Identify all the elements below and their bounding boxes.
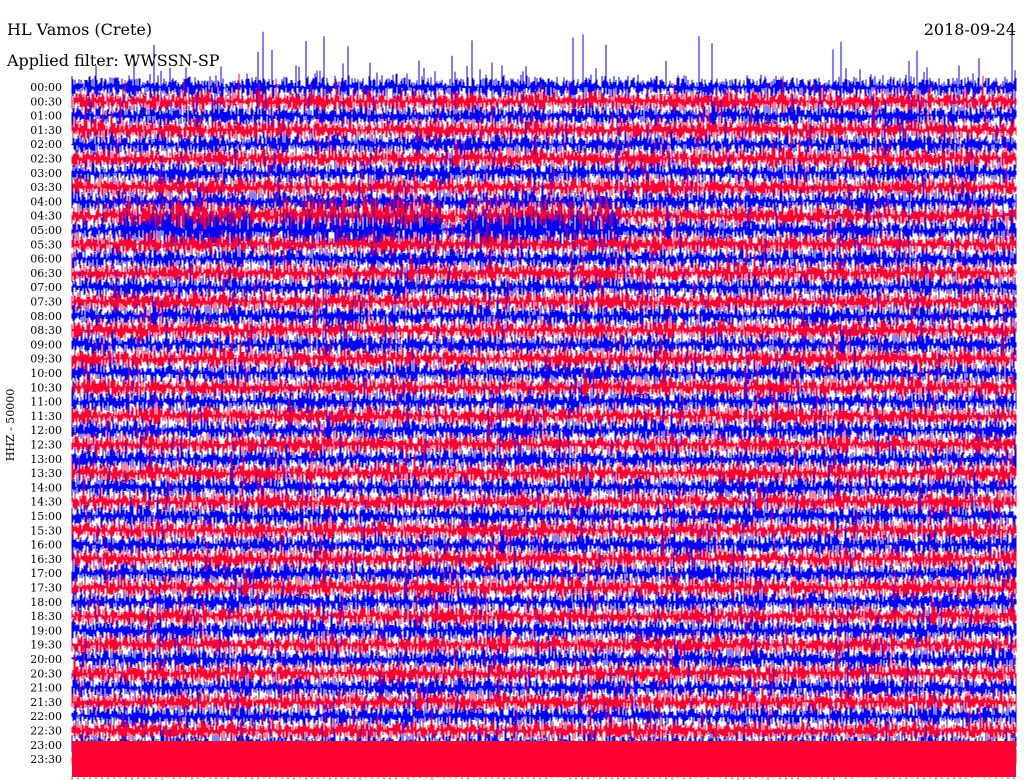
row-tick-label: 01:30 bbox=[30, 124, 62, 137]
row-tick-label: 02:00 bbox=[30, 138, 62, 151]
row-tick-label: 19:30 bbox=[30, 639, 62, 652]
row-tick-label: 00:30 bbox=[30, 95, 62, 108]
row-tick-label: 14:30 bbox=[30, 496, 62, 509]
helicorder-chart: 00:0000:30 01:0001:3002:00 02:3003:0003:30… bbox=[0, 0, 1024, 780]
y-axis-label: HHZ - 50000 bbox=[4, 389, 17, 462]
row-tick-label: 09:00 bbox=[30, 338, 62, 351]
row-tick-labels: 00:0000:30 01:0001:3002:00 02:3003:0003:30… bbox=[30, 81, 62, 766]
row-tick-label: 18:00 bbox=[30, 596, 62, 609]
row-tick-label: 08:00 bbox=[30, 310, 62, 323]
row-tick-label: 16:30 bbox=[30, 553, 62, 566]
final-row-band bbox=[72, 741, 1016, 777]
row-tick-label: 19:00 bbox=[30, 624, 62, 637]
row-tick-label: 20:30 bbox=[30, 667, 62, 680]
row-tick-label: 02:30 bbox=[30, 153, 62, 166]
row-tick-label: 07:00 bbox=[30, 281, 62, 294]
row-tick-label: 13:30 bbox=[30, 467, 62, 480]
row-tick-label: 04:00 bbox=[30, 195, 62, 208]
row-tick-label: 12:30 bbox=[30, 439, 62, 452]
row-tick-label: 08:30 bbox=[30, 324, 62, 337]
row-tick-label: 11:30 bbox=[30, 410, 62, 423]
row-tick-label: 05:00 bbox=[30, 224, 62, 237]
row-tick-label: 07:30 bbox=[30, 296, 62, 309]
row-tick-label: 23:30 bbox=[30, 753, 62, 766]
row-tick-label: 17:30 bbox=[30, 582, 62, 595]
row-tick-label: 16:00 bbox=[30, 539, 62, 552]
row-tick-label: 01:00 bbox=[30, 110, 62, 123]
station-title: HL Vamos (Crete) bbox=[7, 20, 152, 39]
row-tick-label: 15:30 bbox=[30, 524, 62, 537]
row-tick-label: 12:00 bbox=[30, 424, 62, 437]
row-tick-label: 23:00 bbox=[30, 739, 62, 752]
row-tick-label: 10:30 bbox=[30, 381, 62, 394]
row-tick-label: 21:30 bbox=[30, 696, 62, 709]
row-tick-label: 06:30 bbox=[30, 267, 62, 280]
row-tick-label: 11:00 bbox=[30, 396, 62, 409]
row-tick-label: 14:00 bbox=[30, 481, 62, 494]
row-tick-label: 10:00 bbox=[30, 367, 62, 380]
row-tick-label: 05:30 bbox=[30, 238, 62, 251]
row-tick-label: 15:00 bbox=[30, 510, 62, 523]
row-tick-label: 00:00 bbox=[30, 81, 62, 94]
row-tick-label: 13:00 bbox=[30, 453, 62, 466]
row-tick-label: 09:30 bbox=[30, 353, 62, 366]
row-tick-label: 04:30 bbox=[30, 210, 62, 223]
row-tick-label: 06:00 bbox=[30, 253, 62, 266]
row-tick-label: 03:30 bbox=[30, 181, 62, 194]
filter-label: Applied filter: WWSSN-SP bbox=[6, 51, 220, 70]
row-tick-label: 03:00 bbox=[30, 167, 62, 180]
row-tick-label: 18:30 bbox=[30, 610, 62, 623]
row-tick-label: 17:00 bbox=[30, 567, 62, 580]
date-label: 2018-09-24 bbox=[924, 20, 1016, 39]
row-tick-label: 20:00 bbox=[30, 653, 62, 666]
row-tick-label: 21:00 bbox=[30, 682, 62, 695]
row-tick-label: 22:30 bbox=[30, 725, 62, 738]
row-tick-label: 22:00 bbox=[30, 710, 62, 723]
